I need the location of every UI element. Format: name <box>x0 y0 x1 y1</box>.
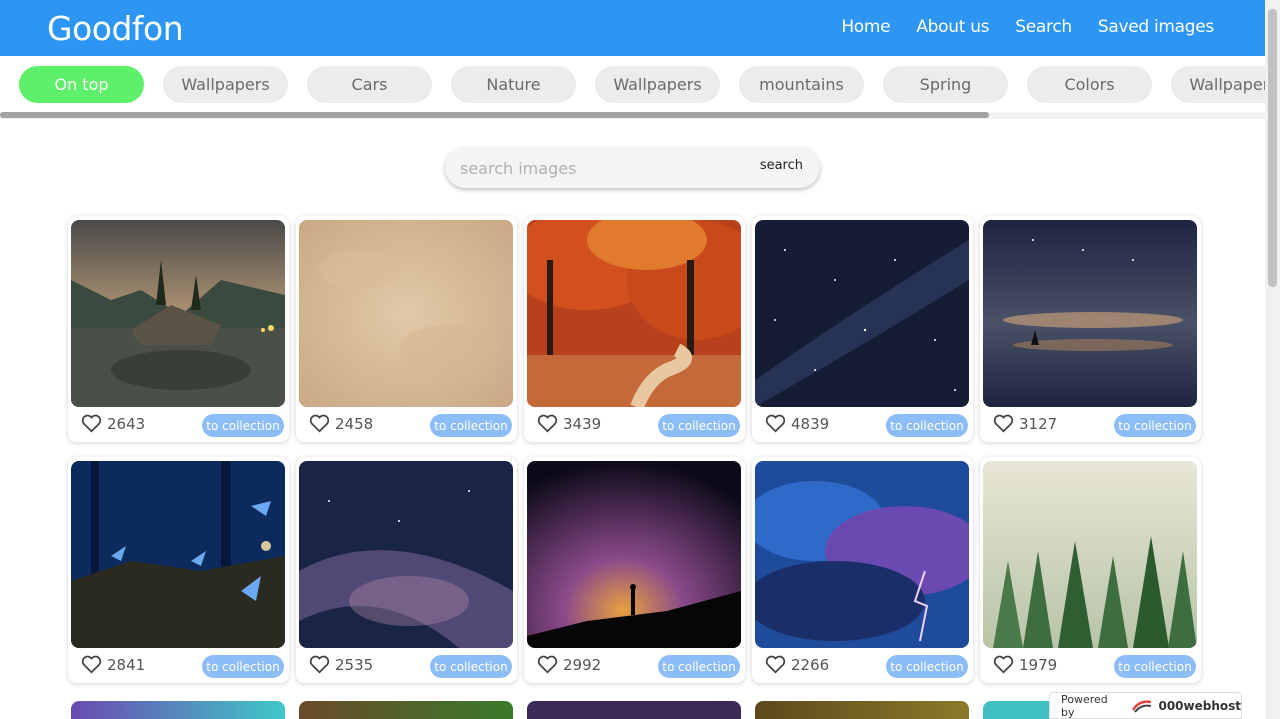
nav-home[interactable]: Home <box>841 17 890 37</box>
like-count: 2841 <box>107 656 146 674</box>
image-thumbnail-partial[interactable] <box>527 701 741 719</box>
image-thumbnail[interactable] <box>983 220 1197 407</box>
like-count: 2992 <box>563 656 602 674</box>
like-count: 3127 <box>1019 415 1058 433</box>
page-scrollbar-thumb[interactable] <box>1268 9 1277 287</box>
image-thumbnail-partial[interactable] <box>299 701 513 719</box>
to-collection-button[interactable]: to collection <box>1114 414 1196 437</box>
category-colors[interactable]: Colors <box>1027 66 1152 103</box>
heart-icon[interactable] <box>765 414 786 433</box>
header-bar: Goodfon Home About us Search Saved image… <box>0 0 1265 56</box>
like-count: 2458 <box>335 415 374 433</box>
image-card: 2458 to collection <box>296 216 517 442</box>
to-collection-button[interactable]: to collection <box>202 655 284 678</box>
image-thumbnail[interactable] <box>755 461 969 648</box>
image-thumbnail-partial[interactable] <box>755 701 969 719</box>
to-collection-button[interactable]: to collection <box>430 414 512 437</box>
to-collection-button[interactable]: to collection <box>658 655 740 678</box>
like-count: 4839 <box>791 415 830 433</box>
to-collection-button[interactable]: to collection <box>886 655 968 678</box>
category-cars[interactable]: Cars <box>307 66 432 103</box>
image-card: 4839 to collection <box>752 216 973 442</box>
to-collection-button[interactable]: to collection <box>1114 655 1196 678</box>
webhost-logo-icon <box>1131 699 1151 713</box>
powered-by-badge[interactable]: Powered by 000webhost <box>1049 692 1242 719</box>
image-thumbnail[interactable] <box>755 220 969 407</box>
heart-icon[interactable] <box>765 655 786 674</box>
category-bar: On top Wallpapers Cars Nature Wallpapers… <box>0 56 1265 119</box>
powered-by-label: Powered by <box>1061 692 1108 719</box>
like-count: 1979 <box>1019 656 1058 674</box>
image-card: 2841 to collection <box>68 457 289 683</box>
category-wallpapers-2[interactable]: Wallpapers <box>595 66 720 103</box>
image-thumbnail[interactable] <box>299 220 513 407</box>
to-collection-button[interactable]: to collection <box>886 414 968 437</box>
image-card: 3439 to collection <box>524 216 745 442</box>
image-card: 1979 to collection <box>980 457 1201 683</box>
heart-icon[interactable] <box>537 655 558 674</box>
image-card: 3127 to collection <box>980 216 1201 442</box>
nav-search[interactable]: Search <box>1015 17 1072 37</box>
image-thumbnail[interactable] <box>527 461 741 648</box>
like-count: 2643 <box>107 415 146 433</box>
nav-about-us[interactable]: About us <box>916 17 989 37</box>
main-nav: Home About us Search Saved images <box>841 17 1214 37</box>
like-count: 3439 <box>563 415 602 433</box>
image-thumbnail[interactable] <box>71 220 285 407</box>
search-button[interactable]: search <box>760 158 803 173</box>
image-thumbnail[interactable] <box>527 220 741 407</box>
heart-icon[interactable] <box>81 655 102 674</box>
image-card: 2643 to collection <box>68 216 289 442</box>
heart-icon[interactable] <box>309 414 330 433</box>
heart-icon[interactable] <box>993 655 1014 674</box>
heart-icon[interactable] <box>309 655 330 674</box>
like-count: 2535 <box>335 656 374 674</box>
category-mountains[interactable]: mountains <box>739 66 864 103</box>
category-wallpapers-3[interactable]: Wallpapers <box>1171 66 1265 103</box>
like-count: 2266 <box>791 656 830 674</box>
image-card: 2992 to collection <box>524 457 745 683</box>
powered-by-brand: 000webhost <box>1158 698 1241 713</box>
category-on-top[interactable]: On top <box>19 66 144 103</box>
heart-icon[interactable] <box>993 414 1014 433</box>
category-wallpapers[interactable]: Wallpapers <box>163 66 288 103</box>
category-spring[interactable]: Spring <box>883 66 1008 103</box>
image-thumbnail-partial[interactable] <box>71 701 285 719</box>
image-thumbnail[interactable] <box>299 461 513 648</box>
image-thumbnail[interactable] <box>71 461 285 648</box>
category-scroll-thumb[interactable] <box>0 112 989 118</box>
search-input[interactable] <box>460 156 730 180</box>
image-card: 2535 to collection <box>296 457 517 683</box>
to-collection-button[interactable]: to collection <box>658 414 740 437</box>
to-collection-button[interactable]: to collection <box>430 655 512 678</box>
heart-icon[interactable] <box>81 414 102 433</box>
search-box: search <box>445 147 820 188</box>
nav-saved-images[interactable]: Saved images <box>1098 17 1214 37</box>
category-nature[interactable]: Nature <box>451 66 576 103</box>
site-logo[interactable]: Goodfon <box>47 9 184 48</box>
heart-icon[interactable] <box>537 414 558 433</box>
image-grid: 2643 to collection 2458 to collection 34… <box>68 216 1201 683</box>
image-thumbnail[interactable] <box>983 461 1197 648</box>
image-card: 2266 to collection <box>752 457 973 683</box>
to-collection-button[interactable]: to collection <box>202 414 284 437</box>
